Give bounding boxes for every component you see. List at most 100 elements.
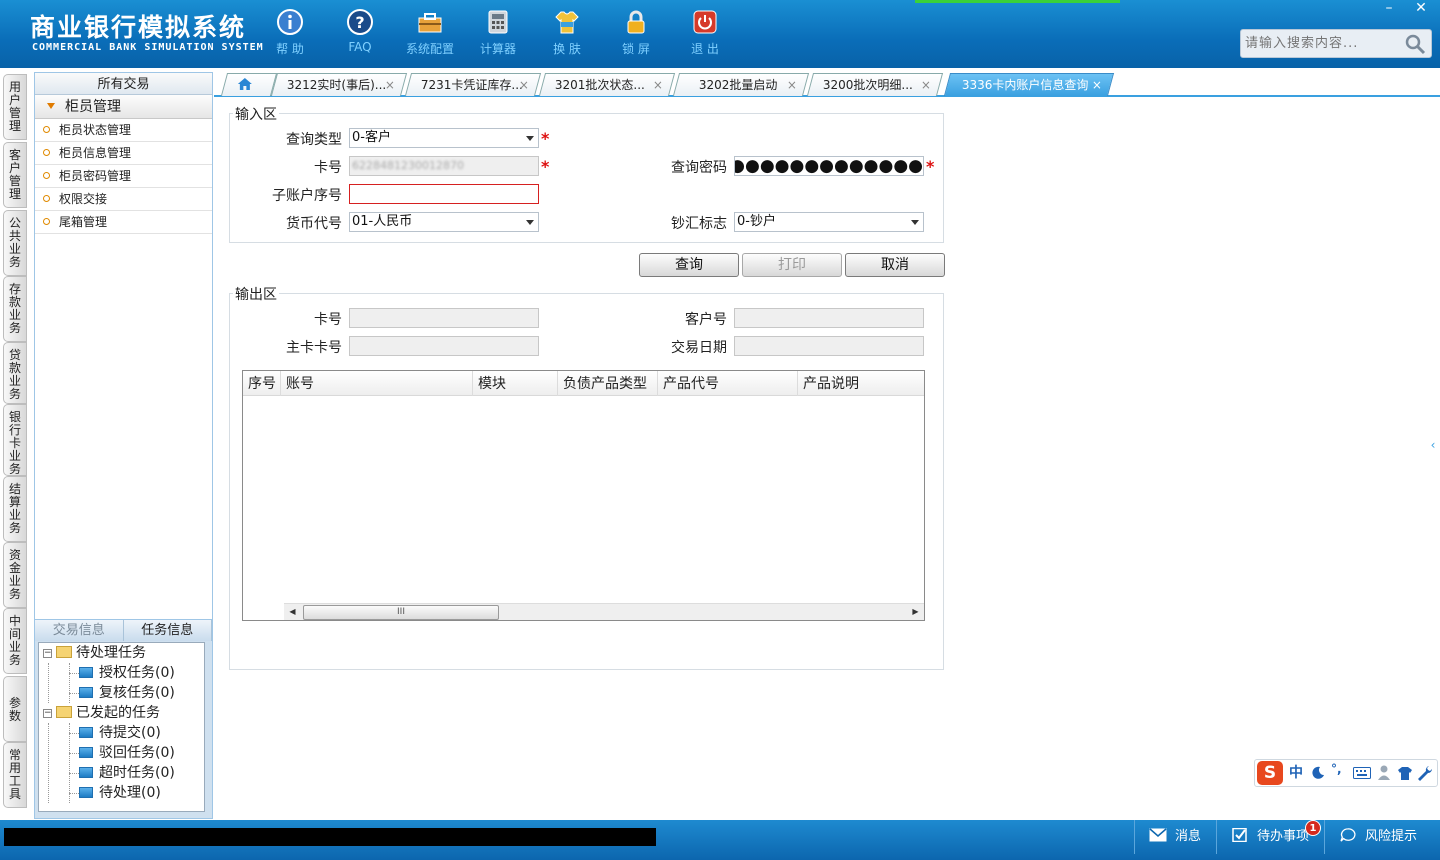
sub-account-field[interactable] [349,184,539,204]
tree-node-timeout[interactable]: 超时任务(0) [79,763,175,783]
tab-close-icon[interactable]: × [787,74,797,96]
tab-task-info[interactable]: 任务信息 [123,620,212,641]
tab-7231[interactable]: 7231卡凭证库存... × [404,73,542,96]
menu-item-teller-info[interactable]: 柜员信息管理 [35,142,212,165]
keyboard-icon[interactable] [1353,767,1371,779]
query-button[interactable]: 查询 [639,253,739,277]
card-no-field[interactable]: 6228481230012870 [349,156,539,176]
menu-item-label: 柜员状态管理 [59,123,132,137]
cancel-button[interactable]: 取消 [845,253,945,277]
tab-label: 3201批次状态... [554,78,645,92]
out-card-no-field [349,308,539,328]
required-mark: * [541,129,550,148]
query-password-field[interactable]: ●●●●●●●●●●●●●●● [734,156,924,176]
side-tab-common-tools[interactable]: 常用工具 [3,742,27,808]
todo-button[interactable]: 待办事项 1 [1216,820,1324,854]
messages-button[interactable]: 消息 [1134,820,1216,854]
scroll-thumb[interactable]: III [303,605,499,620]
tab-3200[interactable]: 3200批次明细... × [806,73,944,96]
collapse-icon[interactable]: − [43,709,52,718]
col-header-product-desc[interactable]: 产品说明 [798,371,924,396]
search-icon[interactable] [1403,32,1427,56]
query-type-select[interactable]: 0-客户 [349,128,539,148]
info-icon [277,9,303,35]
scroll-left-icon[interactable]: ◀ [284,604,301,620]
customer-no-field [734,308,924,328]
calculator-button[interactable]: 计算器 [470,8,526,60]
lock-screen-button[interactable]: 锁 屏 [608,8,664,60]
print-button[interactable]: 打印 [742,253,842,277]
tab-transaction-info[interactable]: 交易信息 [35,620,124,641]
tab-close-icon[interactable]: × [1092,74,1102,96]
punctuation-icon[interactable]: °, [1331,762,1342,776]
dropdown-arrow-icon [911,220,919,225]
side-tab-bank-card[interactable]: 银行卡业务 [3,404,27,476]
help-button[interactable]: 帮 助 [262,8,318,60]
customer-no-label: 客户号 [685,312,727,328]
moon-icon[interactable] [1311,766,1325,780]
menu-item-label: 尾箱管理 [59,215,108,229]
menu-item-label: 柜员信息管理 [59,146,132,160]
tab-close-icon[interactable]: × [653,74,663,96]
tab-label: 3336卡内账户信息查询 [961,78,1089,92]
tree-node-to-submit[interactable]: 待提交(0) [79,723,161,743]
side-tab-user-mgmt[interactable]: 用户管理 [3,74,27,140]
search-input[interactable] [1241,30,1401,57]
faq-icon: ? [347,9,373,35]
side-tab-customer-mgmt[interactable]: 客户管理 [3,142,27,208]
minimize-button[interactable]: – [1374,0,1404,18]
horizontal-scrollbar[interactable]: ◀ III ▶ [284,603,924,620]
menu-item-teller-status[interactable]: 柜员状态管理 [35,119,212,142]
side-tab-public-business[interactable]: 公共业务 [3,210,27,276]
tree-node-initiated[interactable]: − 已发起的任务 [43,703,160,723]
collapse-icon[interactable]: − [43,649,52,658]
col-header-seq[interactable]: 序号 [243,371,281,396]
tree-node-to-process[interactable]: 待处理(0) [79,783,161,803]
app-subtitle: COMMERCIAL BANK SIMULATION SYSTEM [32,42,264,53]
tab-3336-active[interactable]: 3336卡内账户信息查询 × [943,73,1115,96]
wrench-icon[interactable] [1417,765,1433,781]
tab-close-icon[interactable]: × [921,74,931,96]
shirt-icon[interactable] [1397,765,1413,781]
tab-home[interactable] [220,73,278,96]
tree-node-review[interactable]: 复核任务(0) [79,683,175,703]
side-tab-loan[interactable]: 贷款业务 [3,342,27,404]
collapse-right-icon[interactable]: ‹ [1428,420,1438,470]
change-skin-button[interactable]: 换 肤 [539,8,595,60]
tab-3202[interactable]: 3202批量启动 × [672,73,810,96]
close-window-button[interactable]: ✕ [1406,0,1436,18]
col-header-product-type[interactable]: 负债产品类型 [558,371,658,396]
menu-item-tail-box[interactable]: 尾箱管理 [35,211,212,234]
col-header-account[interactable]: 账号 [281,371,473,396]
menu-item-permission-handover[interactable]: 权限交接 [35,188,212,211]
menu-item-teller-password[interactable]: 柜员密码管理 [35,165,212,188]
sogou-logo-icon[interactable]: S [1257,761,1283,785]
side-tab-params[interactable]: 参数 [3,676,27,742]
menu-group-teller-mgmt[interactable]: 柜员管理 [35,95,212,119]
tree-node-rejected[interactable]: 驳回任务(0) [79,743,175,763]
currency-select[interactable]: 01-人民币 [349,212,539,232]
tab-close-icon[interactable]: × [385,74,395,96]
col-header-module[interactable]: 模块 [473,371,558,396]
user-icon[interactable] [1377,765,1391,781]
side-tab-deposit[interactable]: 存款业务 [3,276,27,342]
todo-count-badge: 1 [1305,820,1321,836]
tab-3212[interactable]: 3212实时(事后)... × [270,73,408,96]
tree-label: 待提交(0) [99,725,161,741]
side-tab-funds[interactable]: 资金业务 [3,542,27,608]
risk-alert-button[interactable]: 风险提示 [1324,820,1440,854]
system-config-button[interactable]: 系统配置 [402,8,458,60]
tree-node-auth[interactable]: 授权任务(0) [79,663,175,683]
faq-button[interactable]: ? FAQ [332,8,388,60]
scroll-right-icon[interactable]: ▶ [907,604,924,620]
side-tab-intermediary[interactable]: 中间业务 [3,608,27,674]
cash-flag-select[interactable]: 0-钞户 [734,212,924,232]
tree-node-pending[interactable]: − 待处理任务 [43,643,146,663]
tab-3201[interactable]: 3201批次状态... × [538,73,676,96]
tab-close-icon[interactable]: × [519,74,529,96]
col-header-product-code[interactable]: 产品代号 [658,371,798,396]
side-tab-settlement[interactable]: 结算业务 [3,476,27,542]
ime-lang-toggle[interactable]: 中 [1289,762,1303,782]
exit-button[interactable]: 退 出 [677,8,733,60]
bullet-icon [43,126,50,133]
